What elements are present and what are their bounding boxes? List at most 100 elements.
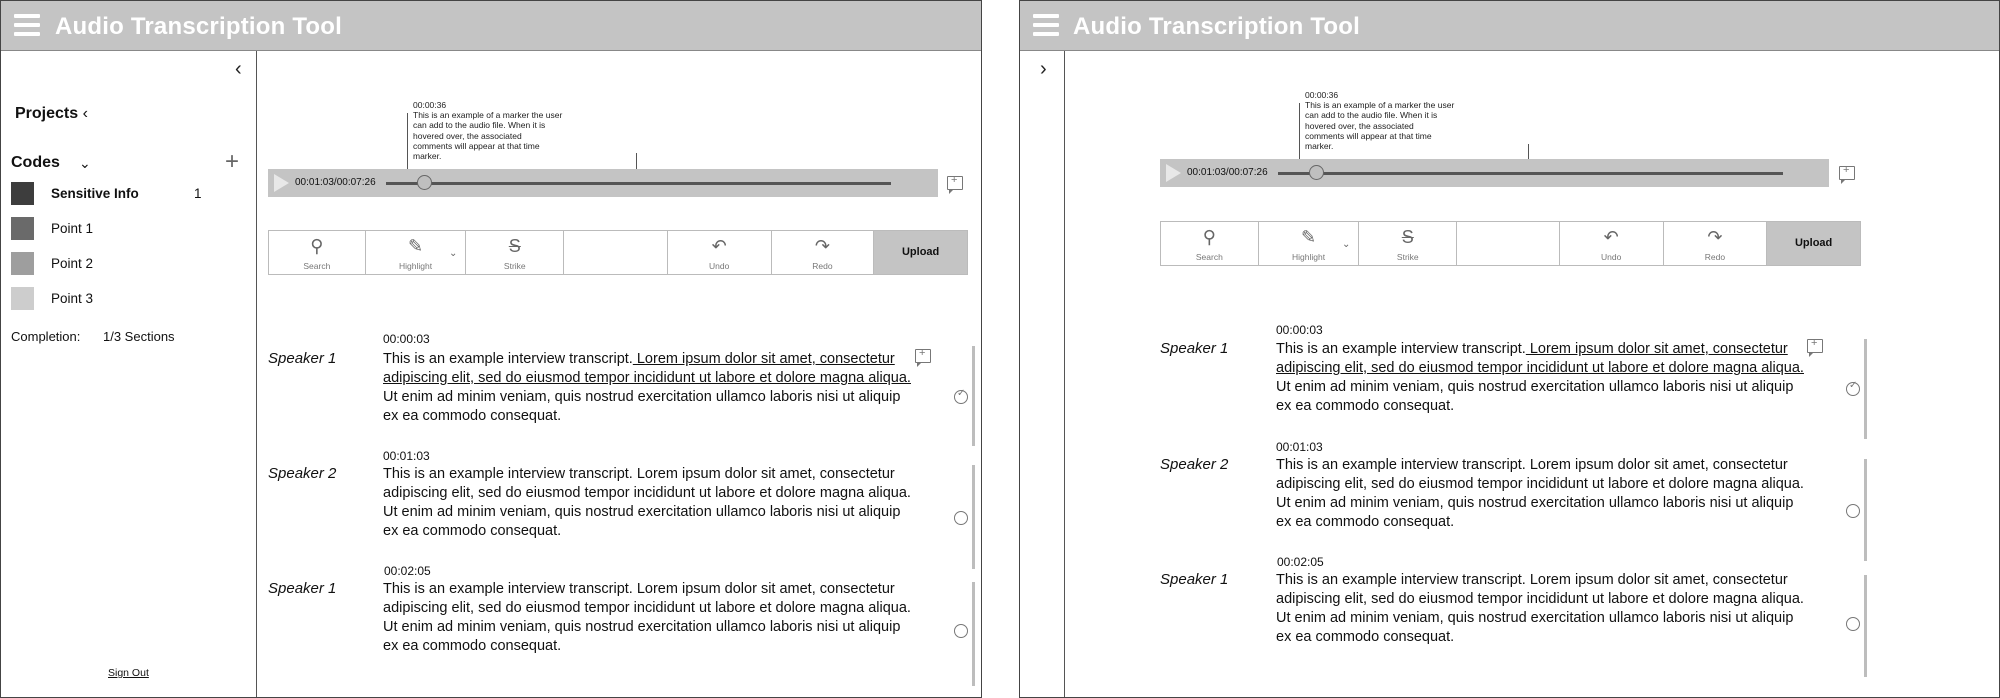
audio-player: 00:01:03/00:07:26 bbox=[1160, 159, 1829, 187]
play-icon[interactable] bbox=[274, 174, 289, 192]
screen-sidebar-expanded: Audio Transcription Tool ‹ Projects ‹ Co… bbox=[0, 0, 982, 698]
transcript-paragraph[interactable]: This is an example interview transcript.… bbox=[383, 465, 919, 541]
progress-thumb[interactable] bbox=[1309, 165, 1324, 180]
player-time: 00:01:03/00:07:26 bbox=[295, 177, 376, 188]
section-complete-check-icon[interactable] bbox=[1846, 380, 1860, 396]
code-color-swatch bbox=[11, 182, 34, 205]
progress-track[interactable] bbox=[1278, 172, 1783, 175]
codes-chevron-down-icon[interactable]: ⌄ bbox=[79, 155, 91, 172]
undo-button[interactable]: ↶ Undo bbox=[668, 231, 772, 274]
marker-time: 00:00:36 bbox=[1305, 90, 1339, 100]
code-color-swatch bbox=[11, 287, 34, 310]
transcript-paragraph[interactable]: This is an example interview transcript.… bbox=[1276, 571, 1812, 647]
section-incomplete-circle-icon[interactable] bbox=[954, 511, 968, 525]
search-icon: ⚲ bbox=[310, 236, 324, 256]
search-icon: ⚲ bbox=[1202, 227, 1216, 247]
app-header: Audio Transcription Tool bbox=[1, 1, 981, 51]
code-item-point-2[interactable]: Point 2 bbox=[11, 252, 241, 276]
hamburger-menu-icon[interactable] bbox=[14, 14, 40, 36]
play-icon[interactable] bbox=[1166, 164, 1181, 182]
speaker-label: Speaker 2 bbox=[268, 465, 337, 482]
upload-button[interactable]: Upload bbox=[1767, 222, 1860, 265]
segment-timestamp: 00:02:05 bbox=[384, 564, 431, 578]
code-label: Point 3 bbox=[51, 291, 94, 306]
upload-button[interactable]: Upload bbox=[874, 231, 967, 274]
section-bar bbox=[1864, 339, 1867, 439]
code-count: 1 bbox=[194, 186, 202, 201]
projects-chevron-left-icon[interactable]: ‹ bbox=[83, 105, 88, 122]
sign-out-link[interactable]: Sign Out bbox=[108, 667, 149, 679]
highlight-button[interactable]: ✎ Highlight ⌄ bbox=[1259, 222, 1360, 265]
strikethrough-icon: S bbox=[508, 236, 521, 256]
segment-timestamp: 00:00:03 bbox=[1276, 323, 1323, 337]
progress-track[interactable] bbox=[386, 182, 891, 185]
add-comment-icon[interactable] bbox=[947, 174, 963, 194]
redo-icon: ↷ bbox=[814, 236, 830, 256]
transcript-paragraph[interactable]: This is an example interview transcript.… bbox=[383, 350, 919, 426]
undo-icon: ↶ bbox=[711, 236, 727, 256]
highlight-dropdown-chevron-icon[interactable]: ⌄ bbox=[1342, 239, 1350, 250]
segment-timestamp: 00:01:03 bbox=[1276, 440, 1323, 454]
strikethrough-icon: S bbox=[1401, 227, 1414, 247]
screen-sidebar-collapsed: Audio Transcription Tool › 00:00:36 This… bbox=[1019, 0, 2000, 698]
transcript-paragraph[interactable]: This is an example interview transcript.… bbox=[383, 580, 919, 656]
marker-note-text: This is an example of a marker the user … bbox=[1305, 100, 1455, 152]
speaker-label: Speaker 1 bbox=[1160, 571, 1229, 588]
highlight-dropdown-chevron-icon[interactable]: ⌄ bbox=[449, 248, 457, 259]
segment-timestamp: 00:02:05 bbox=[1277, 555, 1324, 569]
expand-sidebar-chevron-right-icon[interactable]: › bbox=[1040, 59, 1047, 79]
projects-label[interactable]: Projects ‹ bbox=[15, 105, 88, 123]
completion-value: 1/3 Sections bbox=[103, 329, 175, 344]
app-title: Audio Transcription Tool bbox=[1073, 13, 1361, 40]
speaker-label: Speaker 2 bbox=[1160, 456, 1229, 473]
redo-button[interactable]: ↷ Redo bbox=[772, 231, 875, 274]
sidebar: ‹ Projects ‹ Codes ⌄ + Sensitive Info 1 … bbox=[1, 51, 257, 697]
add-comment-icon[interactable] bbox=[915, 347, 931, 367]
speaker-label: Speaker 1 bbox=[268, 350, 337, 367]
toolbar-empty-slot bbox=[1457, 222, 1560, 265]
undo-button[interactable]: ↶ Undo bbox=[1560, 222, 1664, 265]
strike-button[interactable]: S Strike bbox=[1359, 222, 1458, 265]
code-item-point-3[interactable]: Point 3 bbox=[11, 287, 241, 311]
audio-player: 00:01:03/00:07:26 bbox=[268, 169, 938, 197]
editing-toolbar: ⚲ Search ✎ Highlight ⌄ S Strike ↶ Undo ↷… bbox=[1160, 221, 1861, 266]
search-button[interactable]: ⚲ Search bbox=[269, 231, 366, 274]
add-code-plus-icon[interactable]: + bbox=[225, 148, 239, 176]
add-comment-icon[interactable] bbox=[1807, 337, 1823, 357]
marker-note-text: This is an example of a marker the user … bbox=[413, 110, 563, 162]
section-incomplete-circle-icon[interactable] bbox=[1846, 617, 1860, 631]
section-incomplete-circle-icon[interactable] bbox=[954, 624, 968, 638]
segment-timestamp: 00:01:03 bbox=[383, 449, 430, 463]
app-header: Audio Transcription Tool bbox=[1020, 1, 1999, 51]
transcript-paragraph[interactable]: This is an example interview transcript.… bbox=[1276, 456, 1812, 532]
marker-tooltip: 00:00:36 This is an example of a marker … bbox=[1305, 90, 1455, 151]
collapse-sidebar-chevron-left-icon[interactable]: ‹ bbox=[235, 59, 242, 79]
speaker-label: Speaker 1 bbox=[268, 580, 337, 597]
section-bar bbox=[1864, 575, 1867, 677]
segment-timestamp: 00:00:03 bbox=[383, 332, 430, 346]
section-incomplete-circle-icon[interactable] bbox=[1846, 504, 1860, 518]
progress-thumb[interactable] bbox=[417, 175, 432, 190]
transcript-paragraph[interactable]: This is an example interview transcript.… bbox=[1276, 340, 1812, 416]
highlight-button[interactable]: ✎ Highlight ⌄ bbox=[366, 231, 467, 274]
strike-button[interactable]: S Strike bbox=[466, 231, 565, 274]
section-bar bbox=[1864, 459, 1867, 561]
speaker-label: Speaker 1 bbox=[1160, 340, 1229, 357]
redo-icon: ↷ bbox=[1707, 227, 1723, 247]
code-item-point-1[interactable]: Point 1 bbox=[11, 217, 241, 241]
collapsed-sidebar: › bbox=[1020, 51, 1065, 697]
hamburger-menu-icon[interactable] bbox=[1033, 14, 1059, 36]
marker-time: 00:00:36 bbox=[413, 100, 447, 110]
section-bar bbox=[972, 346, 975, 446]
add-comment-icon[interactable] bbox=[1839, 164, 1855, 184]
player-time: 00:01:03/00:07:26 bbox=[1187, 167, 1268, 178]
redo-button[interactable]: ↷ Redo bbox=[1664, 222, 1768, 265]
section-complete-check-icon[interactable] bbox=[954, 388, 968, 404]
toolbar-empty-slot bbox=[564, 231, 668, 274]
undo-icon: ↶ bbox=[1603, 227, 1619, 247]
section-bar bbox=[972, 465, 975, 569]
search-button[interactable]: ⚲ Search bbox=[1161, 222, 1259, 265]
code-item-sensitive-info[interactable]: Sensitive Info 1 bbox=[11, 182, 241, 206]
code-color-swatch bbox=[11, 252, 34, 275]
code-color-swatch bbox=[11, 217, 34, 240]
